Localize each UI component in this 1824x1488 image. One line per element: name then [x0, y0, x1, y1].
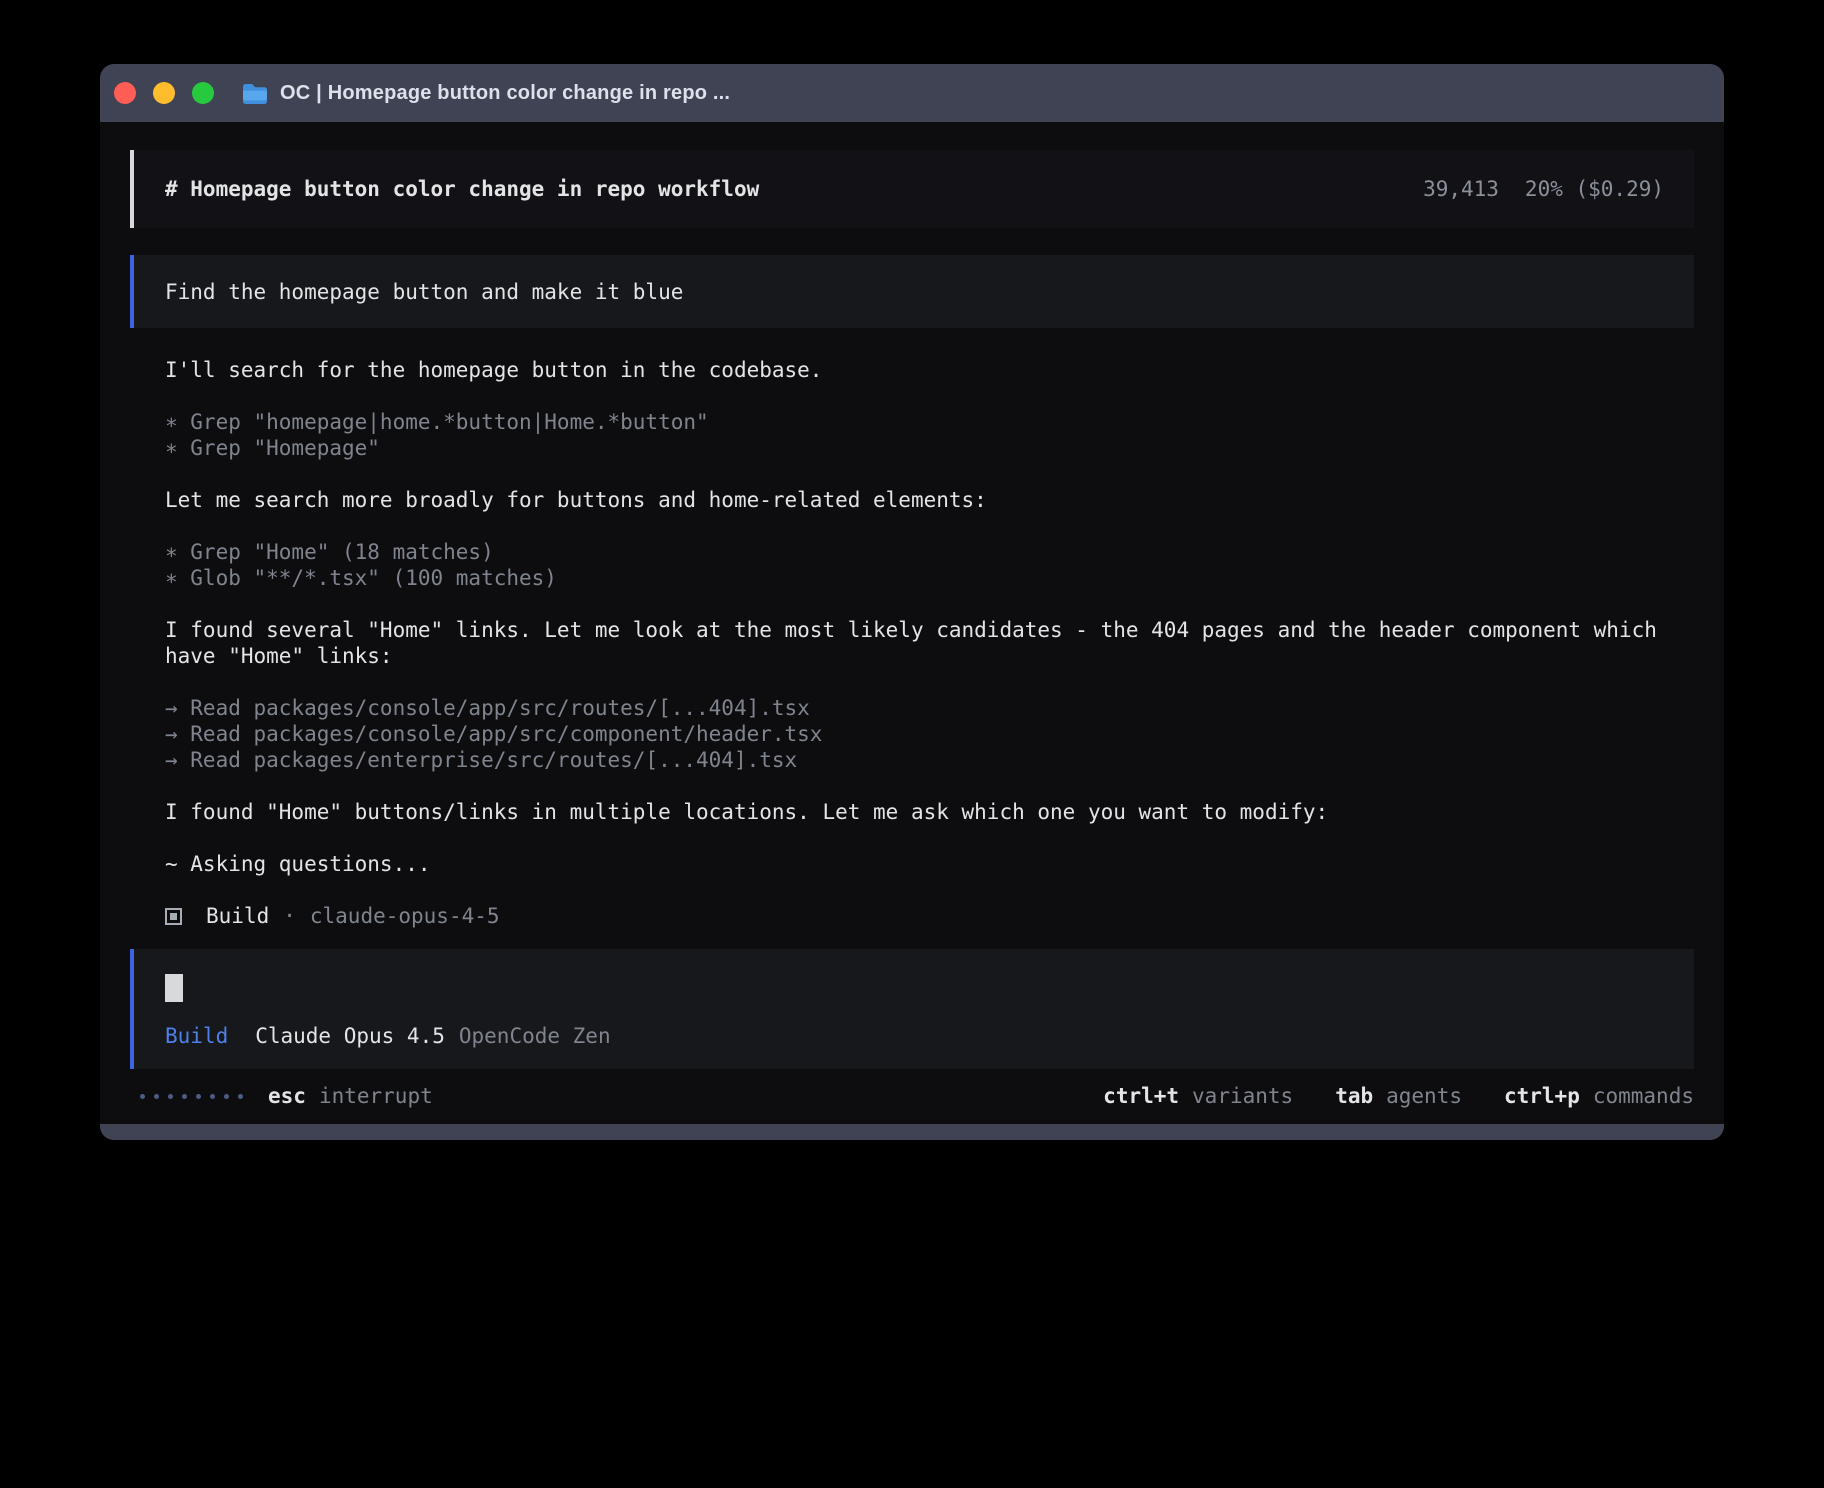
session-stats: 39,413 20% ($0.29) [1423, 176, 1664, 202]
prompt-meta: Build Claude Opus 4.5 OpenCode Zen [165, 1023, 1663, 1049]
zoom-button[interactable] [192, 82, 214, 104]
tool-call-group: → Read packages/console/app/src/routes/[… [165, 695, 1659, 773]
agent-badge: Build · claude-opus-4-5 [165, 903, 1659, 929]
tool-call-group: ∗ Grep "Home" (18 matches) ∗ Glob "**/*.… [165, 539, 1659, 591]
prompt-model-label: Claude Opus 4.5 [255, 1023, 445, 1049]
status-bar: esc interrupt ctrl+t variants tab agents… [130, 1083, 1694, 1109]
user-message-text: Find the homepage button and make it blu… [165, 279, 683, 305]
terminal-window: OC | Homepage button color change in rep… [100, 64, 1724, 1140]
assistant-text: I'll search for the homepage button in t… [165, 357, 1659, 383]
hint-agents: tab agents [1335, 1083, 1462, 1109]
keyboard-hints: ctrl+t variants tab agents ctrl+p comman… [1103, 1083, 1694, 1109]
tool-call-grep: ∗ Grep "Home" (18 matches) [165, 539, 1659, 565]
assistant-text: I found several "Home" links. Let me loo… [165, 617, 1659, 669]
interrupt-label: interrupt [319, 1083, 433, 1109]
tool-call-grep: ∗ Grep "homepage|home.*button|Home.*butt… [165, 409, 1659, 435]
text-cursor [165, 974, 183, 1002]
assistant-text: Let me search more broadly for buttons a… [165, 487, 1659, 513]
hint-commands: ctrl+p commands [1504, 1083, 1694, 1109]
prompt-input[interactable]: Build Claude Opus 4.5 OpenCode Zen [130, 949, 1694, 1069]
window-title: OC | Homepage button color change in rep… [280, 82, 730, 105]
context-cost: 20% ($0.29) [1525, 176, 1664, 202]
tool-call-grep: ∗ Grep "Homepage" [165, 435, 1659, 461]
token-count: 39,413 [1423, 176, 1499, 202]
badge-separator: · [283, 903, 296, 929]
transcript: I'll search for the homepage button in t… [130, 357, 1694, 929]
terminal-content: # Homepage button color change in repo w… [100, 122, 1724, 1124]
assistant-text: I found "Home" buttons/links in multiple… [165, 799, 1659, 825]
agent-model: claude-opus-4-5 [310, 903, 500, 929]
tool-call-glob: ∗ Glob "**/*.tsx" (100 matches) [165, 565, 1659, 591]
spinner-dots [140, 1094, 243, 1099]
user-message: Find the homepage button and make it blu… [130, 255, 1694, 328]
tool-call-group: ∗ Grep "homepage|home.*button|Home.*butt… [165, 409, 1659, 461]
traffic-lights [114, 82, 214, 104]
minimize-button[interactable] [153, 82, 175, 104]
tool-call-read: → Read packages/enterprise/src/routes/[.… [165, 747, 1659, 773]
esc-key-hint: esc [268, 1083, 306, 1109]
titlebar[interactable]: OC | Homepage button color change in rep… [100, 64, 1724, 122]
session-header: # Homepage button color change in repo w… [130, 150, 1694, 228]
tool-call-read: → Read packages/console/app/src/componen… [165, 721, 1659, 747]
window-bottom-edge [100, 1124, 1724, 1140]
prompt-agent-label: Build [165, 1023, 228, 1049]
agent-square-icon [165, 908, 182, 925]
hint-variants: ctrl+t variants [1103, 1083, 1293, 1109]
folder-icon [241, 82, 269, 104]
asking-questions-status: ~ Asking questions... [165, 851, 1659, 877]
session-title: # Homepage button color change in repo w… [165, 176, 759, 202]
close-button[interactable] [114, 82, 136, 104]
tool-call-read: → Read packages/console/app/src/routes/[… [165, 695, 1659, 721]
prompt-provider-label: OpenCode Zen [459, 1023, 611, 1049]
agent-name: Build [206, 903, 269, 929]
